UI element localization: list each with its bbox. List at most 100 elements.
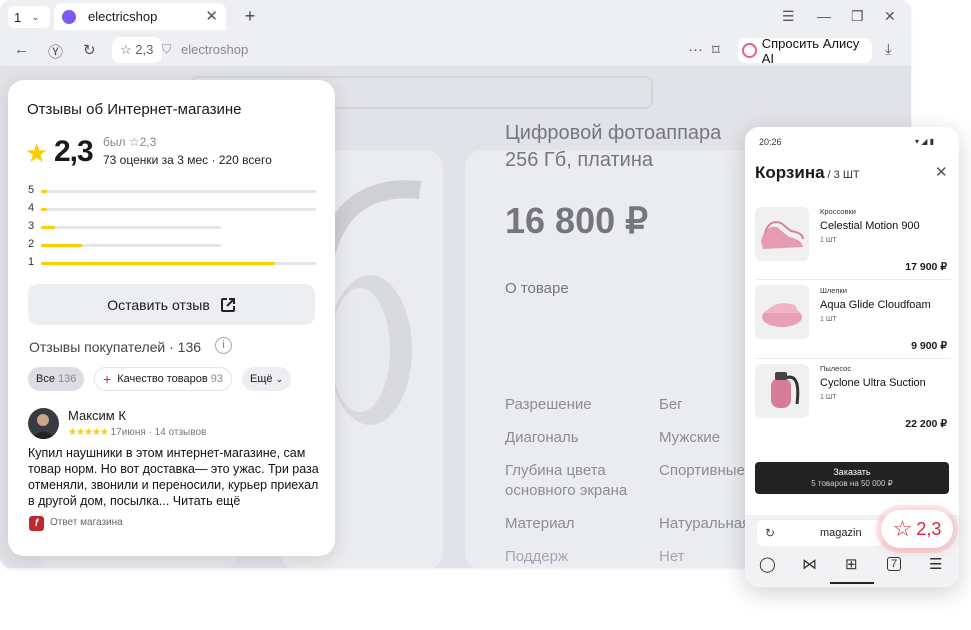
status-icons: ▾ ◢ ▮ (915, 137, 935, 146)
spec-value: Нет (659, 548, 685, 565)
tab-count: 1 (14, 9, 22, 25)
spec-key: Глубина цвета основного экрана (505, 462, 628, 499)
filter-chip-quality[interactable]: + Качество товаров 93 (94, 367, 233, 391)
item-category: Пылесос (820, 364, 852, 373)
address-rating[interactable]: ☆ 2,3 (120, 42, 153, 58)
item-name[interactable]: Celestial Motion 900 (820, 220, 920, 232)
reload-icon[interactable]: ↻ (83, 41, 96, 59)
item-image-vacuum[interactable] (755, 364, 809, 418)
cart-title-text: Корзина (755, 163, 825, 182)
yandex-icon[interactable]: Ⓨ (48, 41, 63, 62)
item-qty: 1 ШТ (820, 316, 837, 323)
leave-review-button[interactable]: Оставить отзыв (28, 284, 315, 325)
back-arrow-icon[interactable]: ← (14, 41, 29, 58)
bookmark-icon[interactable]: ⌑ (712, 41, 720, 59)
rating-bar-row: 3 (28, 220, 318, 234)
menu-icon[interactable]: ☰ (782, 8, 795, 25)
spec-value: Спортивные (659, 462, 745, 479)
chip-count: 136 (58, 373, 77, 385)
order-label: Заказать (833, 467, 871, 477)
product-title-line2: 256 Гб, платина (505, 149, 654, 171)
item-qty: 1 ШТ (820, 237, 837, 244)
item-name[interactable]: Aqua Glide Cloudfoam (820, 299, 931, 311)
rating-badge[interactable]: ☆ 2,3 (881, 510, 953, 548)
item-price: 17 900 ₽ (905, 261, 947, 273)
filter-chip-more[interactable]: Ещё ⌄ (242, 367, 292, 391)
review-date: 17июня · 14 отзывов (110, 427, 207, 438)
restore-icon[interactable]: ❐ (851, 8, 864, 25)
rating-bar-row: 2 (28, 238, 318, 252)
tabs-count-icon[interactable]: 7 (887, 557, 901, 571)
avatar (28, 408, 59, 439)
add-tab-icon[interactable]: ⊞ (845, 555, 858, 573)
rating-bar-fill (41, 262, 275, 265)
spec-value: Мужские (659, 429, 721, 446)
alice-icon[interactable]: ◯ (759, 555, 776, 573)
buyers-reviews-heading: Отзывы покупателей · 136 (29, 339, 202, 355)
chip-label: Качество товаров (117, 373, 208, 385)
minimize-icon[interactable]: — (817, 8, 831, 24)
alice-icon (742, 43, 757, 58)
rating-bar-label: 5 (28, 184, 35, 196)
address-domain[interactable]: electroshop (181, 42, 248, 57)
tab-count-button[interactable]: 1 ⌄ (8, 6, 50, 28)
status-time: 20:26 (759, 137, 782, 147)
reviews-popup: Отзывы об Интернет-магазине ★ 2,3 был ☆2… (8, 80, 335, 556)
review-stars: ★★★★★ (68, 427, 109, 438)
share-icon[interactable]: ⋈ (802, 555, 817, 573)
divider (755, 279, 951, 280)
product-title-line1: Цифровой фотоаппара (505, 122, 722, 144)
download-icon[interactable]: ⤓ (885, 41, 892, 58)
order-button[interactable]: Заказать 5 товаров на 50 000 ₽ (755, 462, 949, 494)
chevron-down-icon: ⌄ (275, 373, 284, 384)
review-author: Максим К (68, 408, 126, 423)
rating-bar-fill (41, 208, 47, 211)
product-title: Цифровой фотоаппара 256 Гб, платина (505, 120, 721, 174)
close-window-icon[interactable]: ✕ (884, 8, 896, 25)
external-link-icon (220, 297, 235, 312)
spec-key: Разрешение (505, 396, 592, 413)
tab-electricshop[interactable]: electricshop ✕ (54, 3, 226, 30)
new-tab-plus-icon[interactable]: + (240, 6, 260, 26)
item-name[interactable]: Cyclone Ultra Suction (820, 377, 926, 389)
avatar-image (32, 414, 55, 439)
item-image-sneakers[interactable] (755, 207, 809, 261)
review-text: Купил наушники в этом интернет-магазине,… (28, 445, 328, 509)
rating-bar-fill (41, 190, 47, 193)
rating-bar-track (41, 208, 316, 211)
rating-bar-label: 1 (28, 256, 35, 268)
rating-counts: 73 оценки за 3 мес · 220 всего (103, 153, 272, 167)
shop-reply[interactable]: Ответ магазина (50, 517, 123, 528)
close-icon[interactable]: ✕ (205, 7, 218, 25)
ask-alice-button[interactable]: Спросить Алису AI (738, 36, 872, 66)
tab-bar: 1 ⌄ electricshop ✕ + ☰ — ❐ ✕ (0, 0, 911, 33)
item-image-slippers[interactable] (755, 285, 809, 339)
reviews-title: Отзывы об Интернет-магазине (27, 101, 242, 118)
rating-value: 2,3 (54, 135, 94, 168)
rating-bar-row: 5 (28, 184, 318, 198)
star-outline-icon: ☆ (892, 516, 913, 541)
sneaker-image (761, 221, 804, 249)
about-heading: О товаре (505, 280, 569, 297)
close-icon[interactable]: ✕ (935, 163, 948, 181)
star-icon: ★ (25, 138, 49, 168)
filter-chip-all[interactable]: Все 136 (28, 367, 85, 391)
info-icon[interactable]: i (215, 337, 232, 354)
mobile-url-text[interactable]: magazin (820, 527, 862, 539)
reload-icon[interactable]: ↻ (765, 526, 775, 540)
chevron-down-icon: ⌄ (31, 11, 40, 23)
item-category: Шлепки (820, 286, 847, 295)
shield-icon: ⛉ (162, 42, 172, 56)
rating-bar-track (41, 262, 316, 265)
cart-count: / 3 ШТ (827, 169, 860, 181)
chip-count: 93 (210, 373, 224, 385)
slipper-image (762, 303, 802, 327)
review-meta: ★★★★★ 17июня · 14 отзывов (68, 427, 206, 438)
menu-icon[interactable]: ☰ (929, 555, 942, 573)
item-price: 22 200 ₽ (905, 418, 947, 430)
read-more-link[interactable]: посылка... Читать ещё (106, 494, 240, 508)
more-dots-icon[interactable]: ··· (688, 41, 703, 58)
spec-value: Бег (659, 396, 683, 413)
divider (755, 358, 951, 359)
chip-label: Все (36, 373, 55, 385)
